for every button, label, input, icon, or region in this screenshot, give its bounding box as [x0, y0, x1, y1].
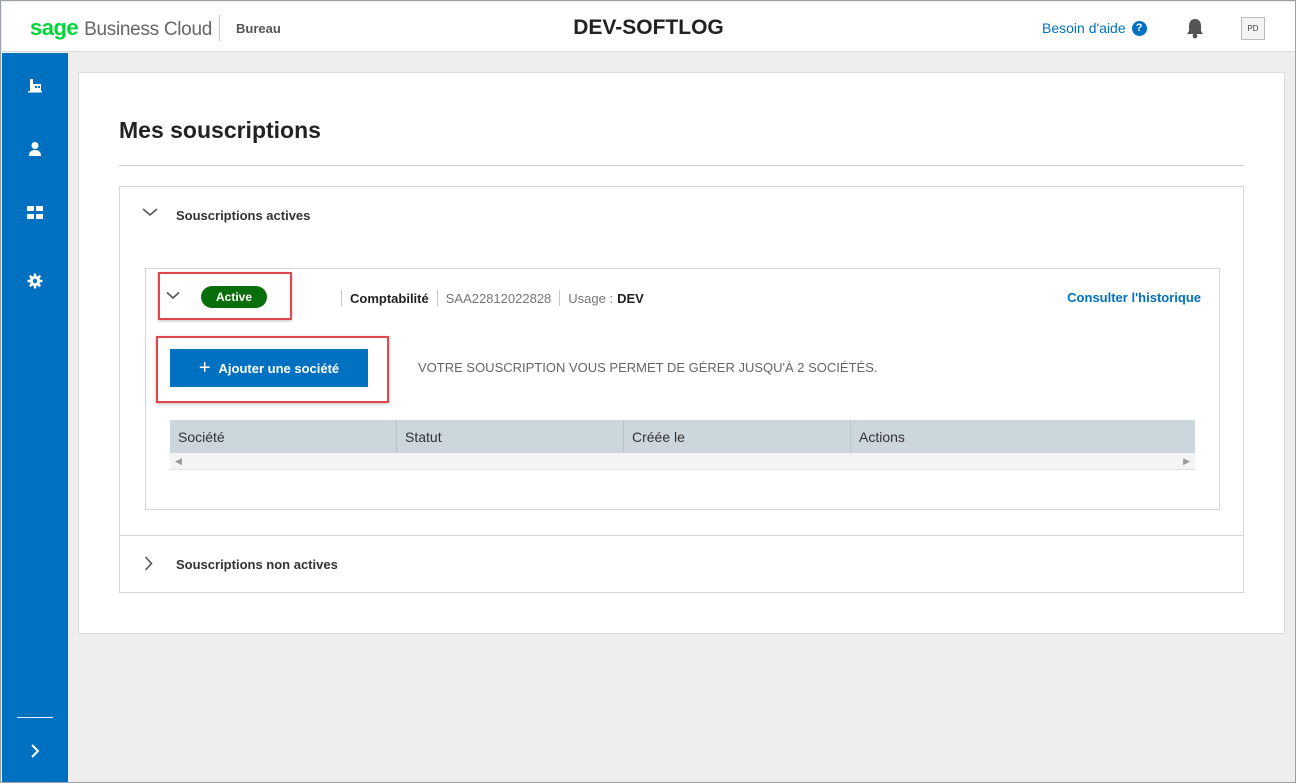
- sidebar-expand-button[interactable]: [2, 731, 68, 771]
- companies-table: Société Statut Créée le Actions ◀ ▶: [170, 420, 1195, 470]
- gear-icon: [27, 273, 43, 289]
- app-window: sage Business Cloud Bureau DEV-SOFTLOG B…: [0, 0, 1296, 783]
- user-avatar[interactable]: PD: [1241, 17, 1265, 40]
- scroll-right-icon[interactable]: ▶: [1183, 456, 1190, 467]
- subscription-panel: Active Comptabilité SAA22812022828 Usage…: [145, 268, 1220, 510]
- sidebar-divider: [17, 717, 53, 718]
- subscriptions-card: Mes souscriptions Souscriptions actives …: [78, 72, 1285, 634]
- scroll-left-icon[interactable]: ◀: [175, 456, 182, 467]
- title-divider: [119, 165, 1244, 166]
- logo-brand: sage: [30, 15, 79, 40]
- usage-value: DEV: [617, 290, 644, 306]
- chevron-right-icon: [31, 744, 40, 758]
- sidebar-item-users[interactable]: [2, 129, 68, 169]
- chevron-right-icon: [144, 556, 153, 571]
- chevron-down-icon: [142, 208, 158, 217]
- active-subscriptions-label: Souscriptions actives: [176, 208, 311, 223]
- logo-product: Business Cloud: [84, 19, 212, 40]
- usage-label: Usage :: [568, 290, 614, 306]
- column-header-actions[interactable]: Actions: [851, 420, 1195, 453]
- column-header-created[interactable]: Créée le: [624, 420, 851, 453]
- table-header: Société Statut Créée le Actions: [170, 420, 1195, 453]
- inactive-subscriptions-label: Souscriptions non actives: [176, 557, 338, 572]
- help-icon: ?: [1131, 20, 1147, 36]
- horizontal-scrollbar[interactable]: ◀ ▶: [170, 453, 1195, 470]
- top-bar: sage Business Cloud Bureau DEV-SOFTLOG B…: [2, 2, 1295, 52]
- sidebar-item-apps[interactable]: [2, 193, 68, 233]
- subscriptions-accordion: Souscriptions actives Active Comptabilit…: [119, 186, 1244, 593]
- logo-divider: [219, 15, 220, 41]
- meta-divider: [436, 290, 438, 306]
- column-header-company[interactable]: Société: [170, 420, 397, 453]
- page-title: Mes souscriptions: [119, 117, 321, 143]
- product-name: Comptabilité: [350, 290, 429, 306]
- notification-bell-icon[interactable]: [1185, 17, 1205, 39]
- history-link[interactable]: Consulter l'historique: [1067, 290, 1201, 305]
- meta-divider: [341, 290, 342, 306]
- user-icon: [29, 142, 41, 156]
- subscription-code: SAA22812022828: [445, 290, 552, 306]
- grid-icon: [27, 206, 43, 219]
- sage-logo[interactable]: sage Business Cloud: [30, 15, 212, 41]
- highlight-box-add: [156, 336, 389, 403]
- sidebar: [2, 53, 68, 782]
- active-subscriptions-header[interactable]: Souscriptions actives: [120, 187, 1243, 243]
- help-label: Besoin d'aide: [1042, 20, 1126, 36]
- inactive-subscriptions-header[interactable]: Souscriptions non actives: [120, 536, 1243, 593]
- sidebar-item-settings[interactable]: [2, 261, 68, 301]
- sidebar-item-company[interactable]: [2, 65, 68, 105]
- subscription-meta: Comptabilité SAA22812022828 Usage : DEV: [333, 290, 644, 306]
- company-title-text: DEV-SOFTLOG: [573, 16, 724, 39]
- column-header-status[interactable]: Statut: [397, 420, 624, 453]
- section-label: Bureau: [236, 21, 281, 36]
- building-icon: [28, 79, 42, 93]
- highlight-box-status: [158, 272, 292, 320]
- subscription-limit-info: VOTRE SOUSCRIPTION VOUS PERMET DE GÉRER …: [418, 360, 878, 375]
- help-link[interactable]: Besoin d'aide ?: [1042, 20, 1147, 36]
- meta-divider: [559, 290, 561, 306]
